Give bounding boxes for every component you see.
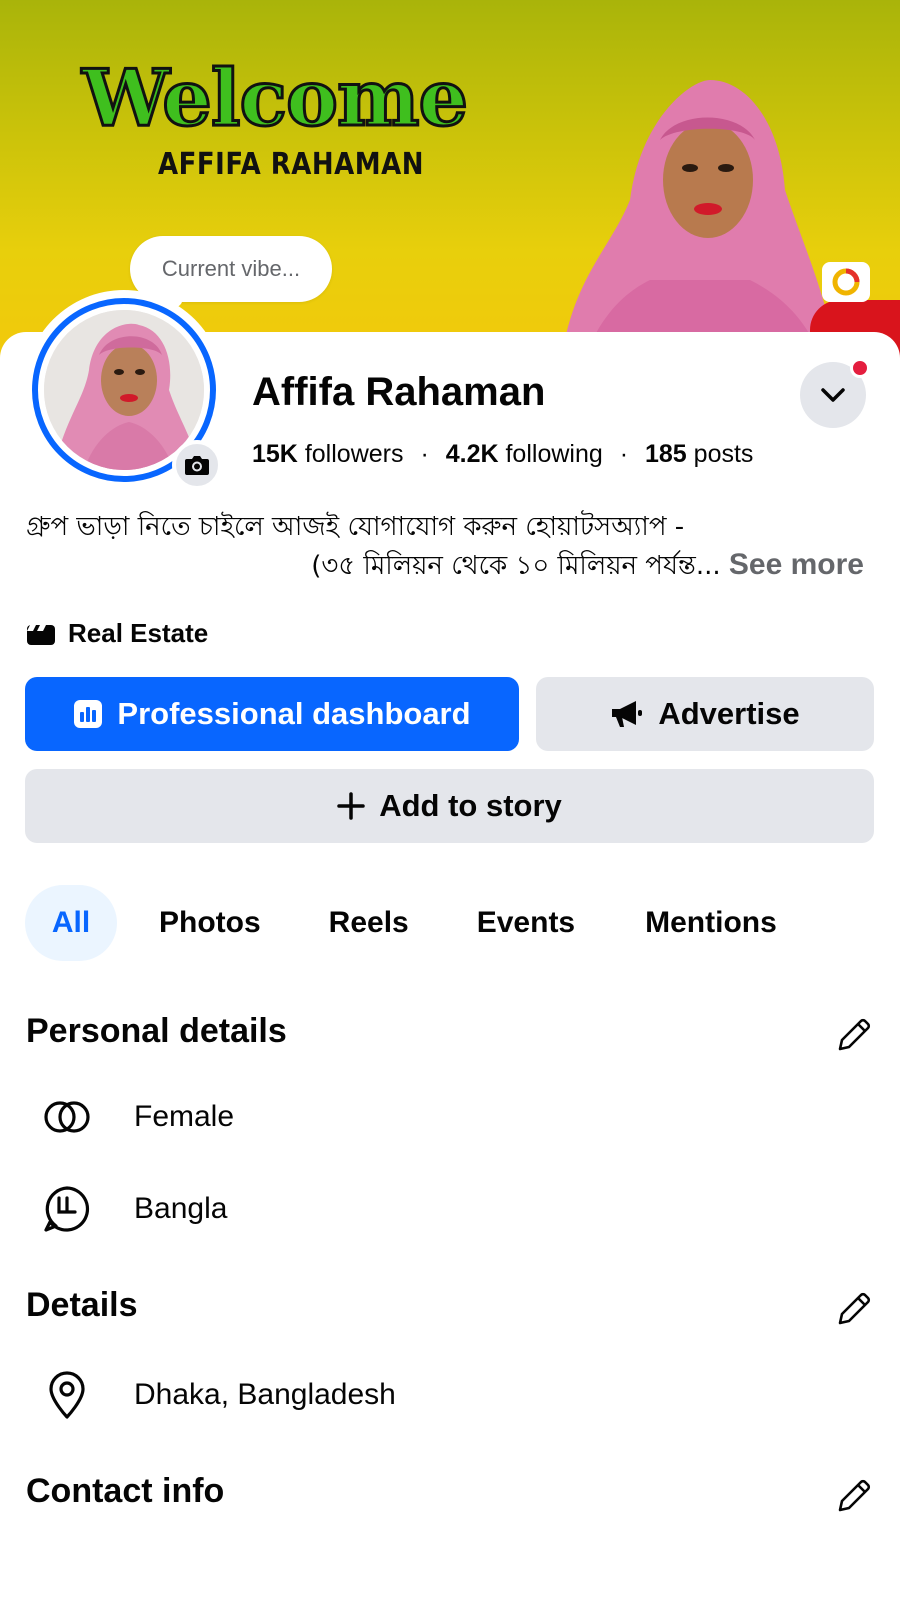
see-more-link[interactable]: See more: [729, 548, 864, 581]
professional-dashboard-button[interactable]: Professional dashboard: [25, 677, 519, 751]
profile-bio: গ্রুপ ভাড়া নিতে চাইলে আজই যোগাযোগ করুন …: [26, 508, 876, 585]
followers-label[interactable]: followers: [305, 440, 404, 468]
cover-portrait-image: [561, 80, 839, 360]
professional-dashboard-label: Professional dashboard: [117, 696, 471, 731]
detail-row-gender: Female: [40, 1090, 234, 1144]
advertise-label: Advertise: [658, 696, 800, 731]
bio-line-1: গ্রুপ ভাড়া নিতে চাইলে আজই যোগাযোগ করুন …: [26, 512, 685, 542]
detail-row-language: Bangla: [40, 1182, 227, 1236]
contact-info-title: Contact info: [26, 1472, 225, 1510]
tab-mentions[interactable]: Mentions: [645, 885, 777, 961]
following-label[interactable]: following: [505, 440, 602, 468]
profile-name: Affifa Rahaman: [252, 370, 546, 414]
edit-cover-camera-icon[interactable]: [822, 262, 870, 302]
dashboard-chart-icon: [74, 700, 103, 728]
tab-all[interactable]: All: [25, 885, 117, 961]
tab-events[interactable]: Events: [477, 885, 575, 961]
profile-stats: 15K followers · 4.2K following · 185 pos…: [252, 440, 753, 469]
current-vibe-bubble[interactable]: Current vibe...: [130, 236, 332, 302]
tab-reels[interactable]: Reels: [329, 885, 409, 961]
edit-pencil-icon[interactable]: [834, 1015, 874, 1055]
posts-count: 185: [645, 440, 687, 468]
bio-line-2: (৩৫ মিলিয়ন থেকে ১০ মিলিয়ন পর্যন্ত...: [311, 551, 721, 581]
advertise-button[interactable]: Advertise: [536, 677, 874, 751]
tab-photos[interactable]: Photos: [159, 885, 261, 961]
language-text: Bangla: [134, 1192, 228, 1225]
location-pin-icon: [49, 1371, 85, 1419]
edit-avatar-camera-icon[interactable]: [172, 440, 222, 490]
gender-icon: [44, 1101, 90, 1133]
posts-label: posts: [693, 440, 754, 468]
detail-row-location: Dhaka, Bangladesh: [40, 1368, 396, 1422]
notification-dot: [850, 358, 870, 378]
following-count[interactable]: 4.2K: [446, 440, 499, 468]
category-label: Real Estate: [68, 618, 209, 648]
edit-pencil-icon[interactable]: [834, 1289, 874, 1329]
add-to-story-button[interactable]: Add to story: [25, 769, 874, 843]
plus-icon: [337, 792, 365, 820]
stats-separator: ·: [619, 440, 629, 468]
profile-category: Real Estate: [26, 618, 208, 649]
followers-count[interactable]: 15K: [252, 440, 298, 468]
cover-welcome-name: AFFIFA RAHAMAN: [158, 147, 425, 183]
clapperboard-icon: [27, 624, 55, 645]
edit-pencil-icon[interactable]: [834, 1476, 874, 1516]
chevron-down-icon: [821, 388, 845, 402]
stats-separator: ·: [420, 440, 429, 468]
language-icon: [44, 1186, 90, 1232]
location-text: Dhaka, Bangladesh: [134, 1378, 396, 1411]
megaphone-icon: [612, 701, 643, 727]
cover-welcome-text: Welcome: [80, 53, 469, 144]
profile-tabs: All Photos Reels Events Mentions: [25, 885, 777, 961]
gender-text: Female: [134, 1100, 235, 1133]
add-to-story-label: Add to story: [379, 788, 562, 823]
details-title: Details: [26, 1286, 138, 1324]
personal-details-title: Personal details: [26, 1012, 287, 1050]
